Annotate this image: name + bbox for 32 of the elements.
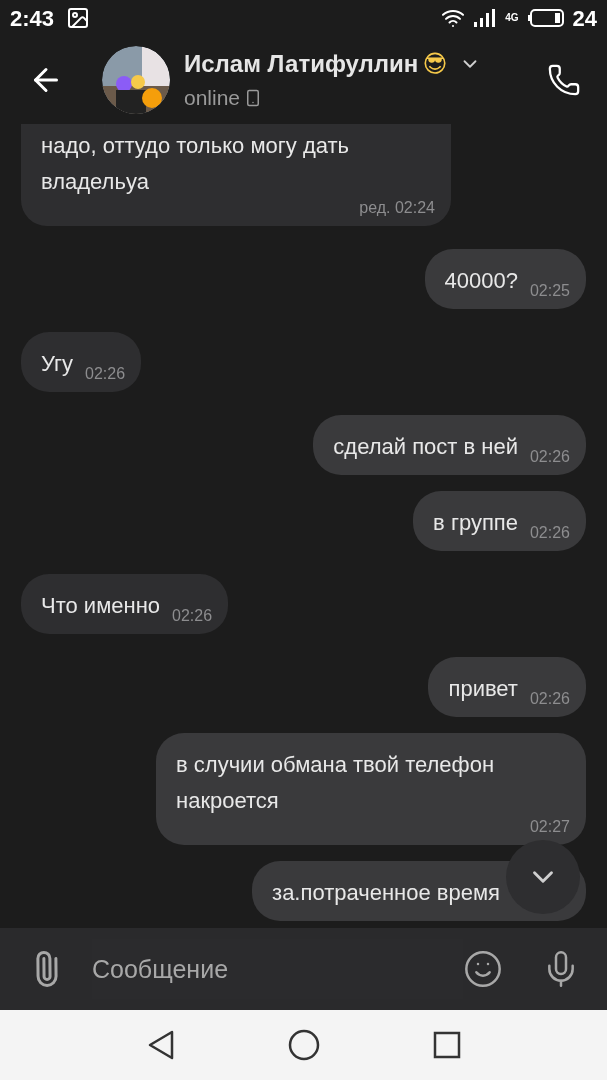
signal-icon [473,8,498,28]
message-time: 02:26 [172,607,213,624]
message-composer[interactable]: Сообщение [0,928,607,1010]
battery-level: 24 [572,4,597,33]
battery-icon [526,8,565,28]
message-time: 02:27 [529,817,570,837]
message-time: 02:26 [85,365,126,382]
message-text: в группе [433,509,518,537]
message-text: надо, оттудо только могу дать владельуа [41,133,349,194]
home-nav-icon[interactable] [287,1029,320,1061]
message-text: сделай пост в ней [333,433,518,461]
contact-name: Ислам Латифуллин [184,49,419,80]
sunglasses-emoji: 😎 [422,49,448,81]
network-type: 4G [505,13,519,23]
message-text: 40000? [444,267,518,295]
message-time: 02:26 [529,448,570,465]
back-nav-icon[interactable] [146,1030,175,1060]
message-text: за.потраченное время [272,879,500,907]
clock: 2:43 [10,4,55,33]
message-time: 02:25 [529,282,570,299]
message-time: 02:26 [529,690,570,707]
message-text: Что именно [41,592,161,620]
message-text: Угу [41,350,73,378]
image-icon [66,6,91,30]
message-text: в случии обмана твой телефон накроется [176,752,495,813]
recents-nav-icon[interactable] [432,1031,461,1059]
call-button[interactable] [547,63,581,97]
message-time: 02:26 [529,524,570,541]
message-text: привет [448,675,518,703]
message-time: ред. 02:24 [359,198,435,218]
emoji-icon[interactable] [463,949,503,989]
presence-status: online [184,85,241,112]
